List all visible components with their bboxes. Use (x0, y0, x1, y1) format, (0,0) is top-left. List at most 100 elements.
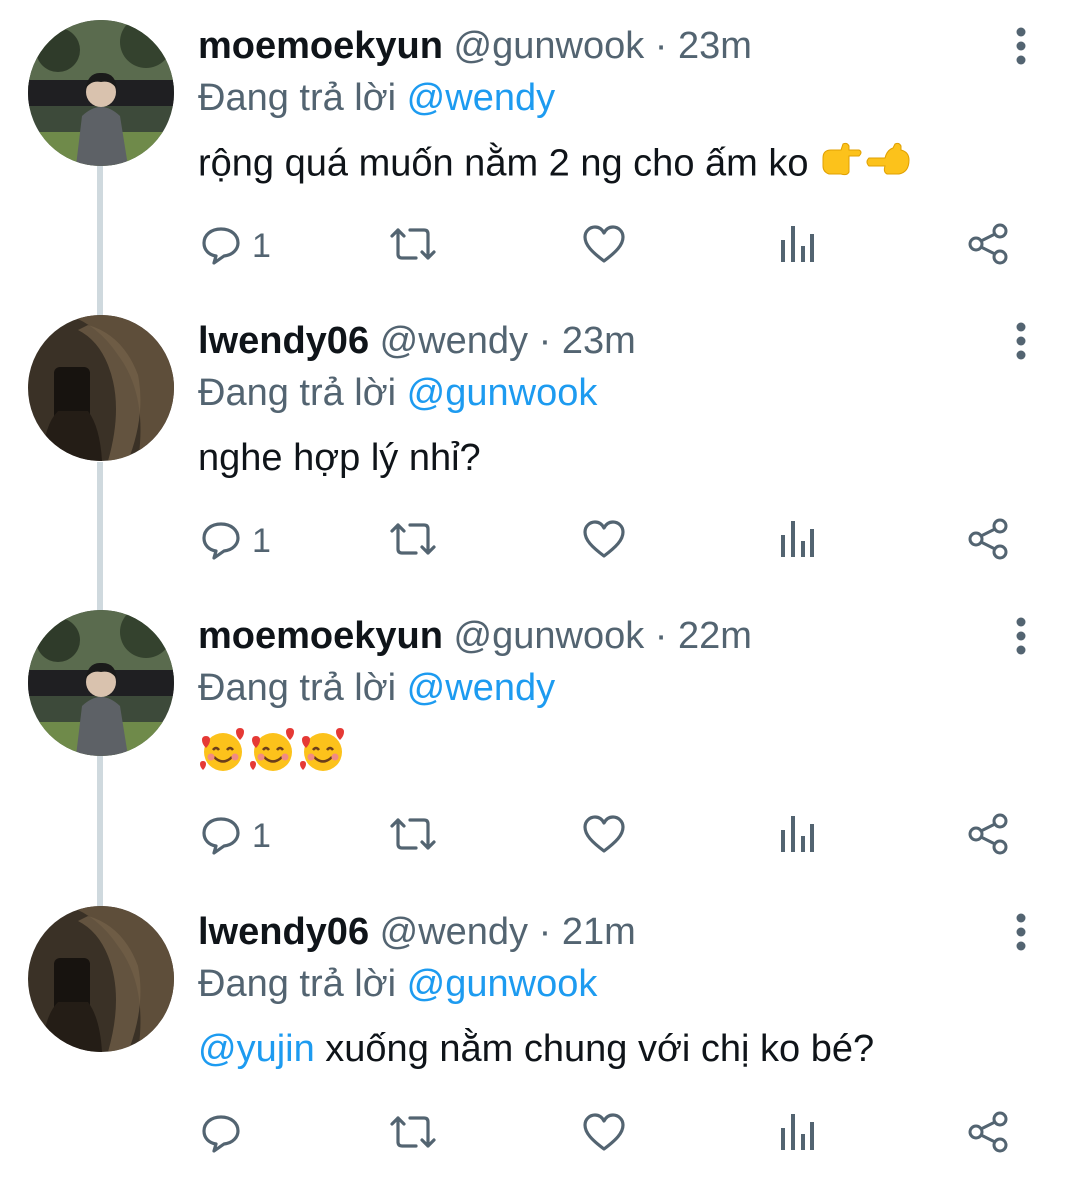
tweet-header: moemoekyun @gunwook · 22m (198, 614, 752, 658)
more-vertical-icon[interactable] (1004, 912, 1038, 952)
avatar[interactable] (28, 610, 174, 756)
like-button[interactable] (582, 1110, 626, 1158)
display-name[interactable]: lwendy06 (198, 320, 369, 362)
tweet-text: nghe hợp lý nhỉ? (198, 435, 481, 481)
avatar[interactable] (28, 20, 174, 166)
analytics-icon (778, 1112, 816, 1157)
replying-to-label: Đang trả lời (198, 77, 397, 119)
replying-to: Đang trả lời @gunwook (198, 371, 597, 415)
reply-icon (200, 813, 242, 860)
timestamp[interactable]: 23m (678, 25, 752, 67)
timestamp[interactable]: 23m (562, 320, 636, 362)
share-button[interactable] (966, 517, 1012, 565)
share-icon (966, 222, 1012, 271)
timestamp[interactable]: 21m (562, 911, 636, 953)
avatar[interactable] (28, 315, 174, 461)
analytics-button[interactable] (778, 517, 816, 565)
tweet-actions: 1 (0, 517, 1080, 565)
share-icon (966, 517, 1012, 566)
separator-dot: · (654, 25, 668, 67)
display-name[interactable]: moemoekyun (198, 25, 443, 67)
retweet-button[interactable] (388, 517, 438, 565)
replying-to: Đang trả lời @wendy (198, 666, 555, 710)
retweet-button[interactable] (388, 1110, 438, 1158)
like-icon (582, 519, 626, 564)
reply-thread: moemoekyun @gunwook · 23m Đang trả lời @… (0, 0, 1080, 1164)
display-name[interactable]: moemoekyun (198, 615, 443, 657)
retweet-button[interactable] (388, 222, 438, 270)
backhand-index-right-icon (819, 140, 865, 191)
reply-icon (200, 518, 242, 565)
more-vertical-icon[interactable] (1004, 321, 1038, 361)
reply-count: 1 (252, 816, 271, 855)
analytics-icon (778, 519, 816, 564)
analytics-icon (778, 814, 816, 859)
reply-count: 1 (252, 521, 271, 560)
reply-icon (200, 223, 242, 270)
backhand-index-right-icon (865, 140, 915, 191)
inline-mention[interactable]: @yujin (198, 1028, 315, 1070)
replying-to-label: Đang trả lời (198, 963, 397, 1005)
share-button[interactable] (966, 222, 1012, 270)
tweet-header: lwendy06 @wendy · 21m (198, 910, 636, 954)
tweet-text-content: xuống nằm chung với chị ko bé? (314, 1028, 875, 1070)
analytics-button[interactable] (778, 222, 816, 270)
reply-button[interactable] (200, 1110, 252, 1158)
separator-dot: · (538, 320, 552, 362)
tweet-text: @yujin xuống nằm chung với chị ko bé? (198, 1026, 874, 1072)
retweet-icon (388, 519, 438, 564)
more-vertical-icon[interactable] (1004, 26, 1038, 66)
user-handle[interactable]: @wendy (380, 320, 528, 362)
like-button[interactable] (582, 517, 626, 565)
smiling-face-with-hearts-icon (248, 726, 298, 787)
tweet-actions: 1 (0, 222, 1080, 270)
separator-dot: · (654, 615, 668, 657)
retweet-icon (388, 224, 438, 269)
tweet-actions: 1 (0, 812, 1080, 860)
tweet[interactable]: moemoekyun @gunwook · 23m Đang trả lời @… (0, 0, 1080, 296)
tweet[interactable]: moemoekyun @gunwook · 22m Đang trả lời @… (0, 590, 1080, 886)
replying-to-mention[interactable]: @wendy (407, 77, 555, 119)
tweet-header: moemoekyun @gunwook · 23m (198, 24, 752, 68)
smiling-face-with-hearts-icon (198, 726, 248, 787)
share-button[interactable] (966, 1110, 1012, 1158)
user-handle[interactable]: @gunwook (454, 25, 645, 67)
share-icon (966, 812, 1012, 861)
tweet-header: lwendy06 @wendy · 23m (198, 319, 636, 363)
tweet[interactable]: lwendy06 @wendy · 21m Đang trả lời @gunw… (0, 886, 1080, 1182)
user-handle[interactable]: @wendy (380, 911, 528, 953)
like-button[interactable] (582, 812, 626, 860)
reply-icon (200, 1111, 242, 1158)
replying-to: Đang trả lời @wendy (198, 76, 555, 120)
replying-to-mention[interactable]: @gunwook (407, 963, 598, 1005)
tweet-text: rộng quá muốn nằm 2 ng cho ấm ko (198, 140, 915, 191)
reply-button[interactable]: 1 (200, 517, 271, 565)
timestamp[interactable]: 22m (678, 615, 752, 657)
like-button[interactable] (582, 222, 626, 270)
reply-button[interactable]: 1 (200, 812, 271, 860)
reply-count: 1 (252, 226, 271, 265)
replying-to-label: Đang trả lời (198, 372, 397, 414)
analytics-button[interactable] (778, 1110, 816, 1158)
share-icon (966, 1110, 1012, 1159)
display-name[interactable]: lwendy06 (198, 911, 369, 953)
replying-to-mention[interactable]: @wendy (407, 667, 555, 709)
tweet-text-content: rộng quá muốn nằm 2 ng cho ấm ko (198, 142, 809, 185)
reply-button[interactable]: 1 (200, 222, 271, 270)
tweet-text-content: nghe hợp lý nhỉ? (198, 437, 481, 479)
more-vertical-icon[interactable] (1004, 616, 1038, 656)
retweet-icon (388, 1112, 438, 1157)
separator-dot: · (538, 911, 552, 953)
tweet-text (198, 726, 348, 787)
like-icon (582, 1112, 626, 1157)
like-icon (582, 224, 626, 269)
replying-to-mention[interactable]: @gunwook (407, 372, 598, 414)
tweet[interactable]: lwendy06 @wendy · 23m Đang trả lời @gunw… (0, 295, 1080, 591)
share-button[interactable] (966, 812, 1012, 860)
smiling-face-with-hearts-icon (298, 726, 348, 787)
tweet-actions (0, 1110, 1080, 1158)
analytics-button[interactable] (778, 812, 816, 860)
avatar[interactable] (28, 906, 174, 1052)
user-handle[interactable]: @gunwook (454, 615, 645, 657)
retweet-button[interactable] (388, 812, 438, 860)
